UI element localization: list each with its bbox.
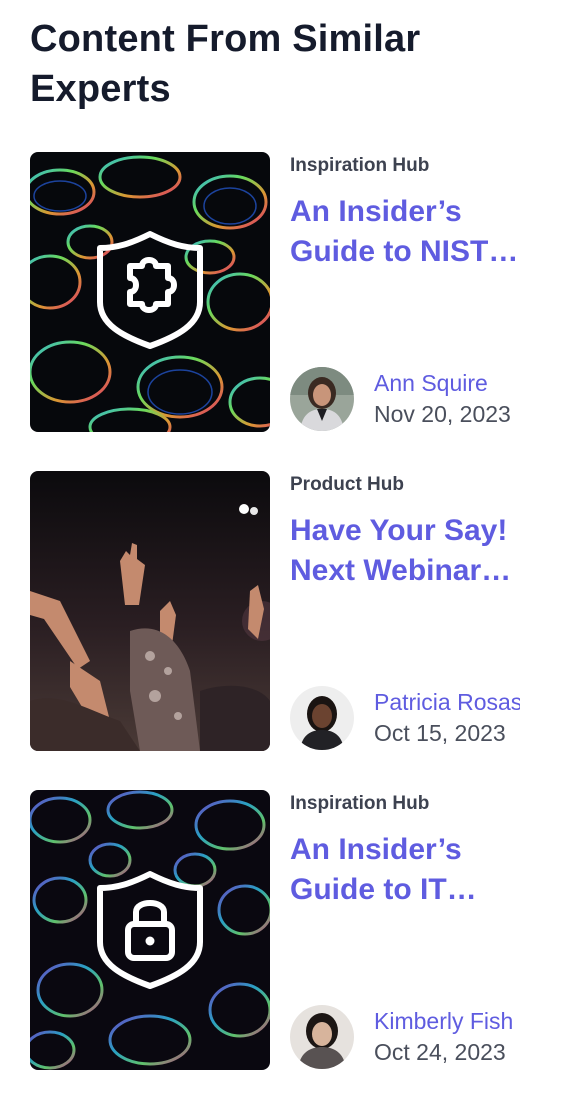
hub-label: Inspiration Hub <box>290 155 430 176</box>
publish-date: Oct 15, 2023 <box>374 720 506 746</box>
publish-date: Nov 20, 2023 <box>374 401 511 427</box>
avatar[interactable] <box>290 686 354 750</box>
card-thumbnail[interactable] <box>30 790 270 1070</box>
bubbles-image <box>30 790 270 1070</box>
avatar[interactable] <box>290 367 354 431</box>
author-name-link[interactable]: Patricia Rosas <box>374 688 520 716</box>
hub-label: Inspiration Hub <box>290 793 430 814</box>
content-card[interactable]: Product Hub Have Your Say! Next Webinar … <box>30 471 540 751</box>
card-title-link[interactable]: An Insider’s Guide to NIST Cybersecurity… <box>290 192 528 272</box>
card-title-link[interactable]: An Insider’s Guide to IT Security <box>290 830 528 910</box>
author-info[interactable]: Patricia Rosas Oct 15, 2023 <box>290 686 540 750</box>
content-card[interactable]: Inspiration Hub An Insider’s Guide to IT… <box>30 790 540 1070</box>
author-info[interactable]: Ann Squire Nov 20, 2023 <box>290 367 540 431</box>
publish-date: Oct 24, 2023 <box>374 1039 506 1065</box>
section-title: Content From Similar Experts <box>30 18 421 110</box>
concert-crowd-image <box>30 471 270 751</box>
hub-label: Product Hub <box>290 474 404 495</box>
card-thumbnail[interactable] <box>30 152 270 432</box>
avatar[interactable] <box>290 1005 354 1069</box>
author-info[interactable]: Kimberly Fish Oct 24, 2023 <box>290 1005 540 1069</box>
card-title-link[interactable]: Have Your Say! Next Webinar Topics <box>290 511 528 591</box>
author-name-link[interactable]: Kimberly Fish <box>374 1007 520 1035</box>
content-card[interactable]: Inspiration Hub An Insider’s Guide to NI… <box>30 152 540 432</box>
author-name-link[interactable]: Ann Squire <box>374 369 520 397</box>
card-thumbnail[interactable] <box>30 471 270 751</box>
bubbles-image <box>30 152 270 432</box>
